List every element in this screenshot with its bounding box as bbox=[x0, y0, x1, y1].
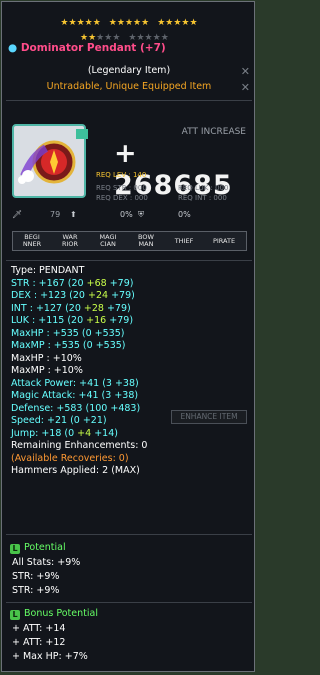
job-beginner: BEGI NNER bbox=[22, 233, 42, 248]
weapon-icon: 🗡 bbox=[12, 210, 23, 219]
legendary-badge bbox=[76, 129, 88, 139]
item-name: ● Dominator Pendant (+7) bbox=[8, 42, 166, 55]
pct-1: 0% bbox=[120, 210, 133, 219]
close-icon-2[interactable]: ✕ bbox=[241, 81, 250, 94]
bonus-potential-line-2: + ATT: +12 bbox=[12, 637, 66, 648]
bonus-potential-lines: + ATT: +14 + ATT: +12 + Max HP: +7% bbox=[12, 622, 88, 664]
att-increase-value: + 268685 bbox=[114, 138, 233, 201]
star-filled-icon: ★ bbox=[189, 18, 198, 28]
stat-jump: Jump: +18 (0 +4 +14) bbox=[11, 427, 118, 439]
enhance-item-button[interactable]: ENHANCE ITEM bbox=[171, 410, 247, 424]
potential-line-1: All Stats: +9% bbox=[12, 557, 81, 568]
req-dex: REQ DEX : 000 bbox=[96, 194, 148, 202]
job-bar: BEGI NNER WAR RIOR MAGI CIAN BOW MAN THI… bbox=[12, 231, 247, 251]
job-warrior: WAR RIOR bbox=[61, 233, 79, 248]
bonus-potential-line-1: + ATT: +14 bbox=[12, 623, 66, 634]
stat-dex: DEX : +123 (20 +24 +79) bbox=[11, 290, 135, 301]
req-str: REQ STR : 000 bbox=[96, 184, 147, 192]
item-name-text: Dominator Pendant (+7) bbox=[20, 42, 166, 54]
stat-hammers: Hammers Applied: 2 (MAX) bbox=[11, 465, 140, 476]
potential-line-2: STR: +9% bbox=[12, 571, 60, 582]
star-filled-icon: ★ bbox=[68, 18, 77, 28]
close-icon[interactable]: ✕ bbox=[241, 65, 250, 78]
stat-remaining-enhancements: Remaining Enhancements: 0 bbox=[11, 440, 148, 451]
stat-maxmp-pct: MaxMP : +10% bbox=[11, 365, 83, 376]
legendary-bonus-potential-icon: L bbox=[10, 610, 20, 620]
potential-lines: All Stats: +9% STR: +9% STR: +9% bbox=[12, 556, 80, 598]
star-group: ★★★★★ bbox=[157, 18, 197, 28]
star-filled-icon: ★ bbox=[108, 18, 117, 28]
item-tooltip: ★★★★★ ★★★★★ ★★★★★ ★★★★★ ★★★★★ ● Dominator P… bbox=[1, 1, 255, 672]
item-rarity: (Legendary Item) bbox=[87, 65, 171, 76]
stat-magic: Magic Attack: +41 (3 +38) bbox=[11, 390, 139, 401]
bonus-potential-line-3: + Max HP: +7% bbox=[12, 651, 88, 662]
potential-line-3: STR: +9% bbox=[12, 585, 60, 596]
durability-value: 79 bbox=[50, 210, 61, 219]
job-pirate: PIRATE bbox=[212, 237, 236, 245]
star-filled-icon: ★ bbox=[76, 18, 85, 28]
att-increase-label: ATT INCREASE bbox=[181, 127, 246, 137]
job-thief: THIEF bbox=[174, 237, 194, 245]
divider bbox=[6, 100, 252, 101]
item-icon-frame bbox=[12, 124, 86, 198]
req-int: REQ INT : 000 bbox=[178, 194, 227, 202]
stat-str: STR : +167 (20 +68 +79) bbox=[11, 277, 134, 289]
pendant-icon bbox=[18, 140, 76, 184]
job-magician: MAGI CIAN bbox=[99, 233, 117, 248]
divider bbox=[6, 534, 252, 535]
star-group: ★★★★★ bbox=[109, 18, 149, 28]
stat-recoveries: (Available Recoveries: 0) bbox=[11, 452, 129, 464]
bullet-icon: ● bbox=[8, 42, 18, 54]
divider bbox=[6, 602, 252, 603]
potential-header: L Potential bbox=[10, 542, 66, 554]
req-luk: REQ LUK : 000 bbox=[178, 184, 229, 192]
star-force-row-1: ★★★★★ ★★★★★ ★★★★★ bbox=[2, 18, 254, 28]
stat-luk: LUK : +115 (20 +16 +79) bbox=[11, 315, 134, 326]
stat-type: Type: PENDANT bbox=[11, 265, 85, 276]
stat-int: INT : +127 (20 +28 +79) bbox=[11, 302, 131, 314]
req-level: REQ LEV : 140 bbox=[96, 171, 147, 179]
job-bowman: BOW MAN bbox=[138, 233, 154, 248]
item-trade-info: Untradable, Unique Equipped Item bbox=[46, 81, 212, 92]
star-filled-icon: ★ bbox=[141, 18, 150, 28]
star-filled-icon: ★ bbox=[181, 18, 190, 28]
upgrade-icon: ⬆ bbox=[70, 210, 77, 219]
star-filled-icon: ★ bbox=[92, 18, 101, 28]
bonus-potential-header: L Bonus Potential bbox=[10, 608, 98, 620]
legendary-potential-icon: L bbox=[10, 544, 20, 554]
star-filled-icon: ★ bbox=[133, 18, 142, 28]
pct-2: 0% bbox=[178, 210, 191, 219]
stat-maxhp-pct: MaxHP : +10% bbox=[11, 352, 82, 364]
star-filled-icon: ★ bbox=[84, 18, 93, 28]
divider bbox=[6, 260, 252, 261]
stat-maxmp: MaxMP : +535 (0 +535) bbox=[11, 340, 126, 351]
star-filled-icon: ★ bbox=[124, 18, 134, 28]
stat-list: Type: PENDANT STR : +167 (20 +68 +79) DE… bbox=[11, 265, 251, 478]
stat-attack: Attack Power: +41 (3 +38) bbox=[11, 377, 139, 389]
star-filled-icon: ★ bbox=[116, 18, 125, 28]
star-group: ★★★★★ bbox=[60, 18, 100, 28]
stat-maxhp: MaxHP : +535 (0 +535) bbox=[11, 327, 125, 339]
shield-icon: ⛨ bbox=[138, 210, 144, 219]
